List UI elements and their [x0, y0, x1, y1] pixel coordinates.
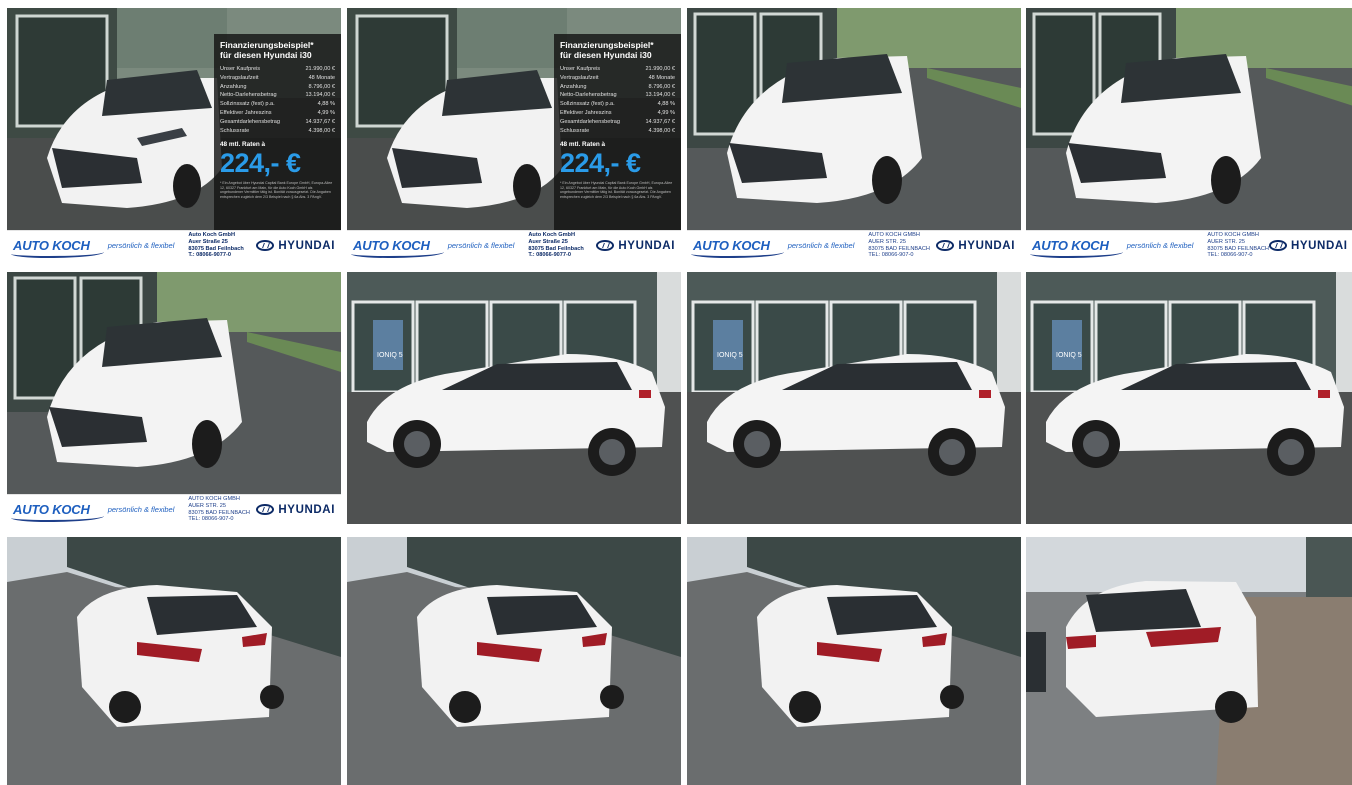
dealer-banner: AUTO KOCH persönlich & flexibel Auto Koc…	[7, 230, 341, 260]
financing-row: Sollzinssatz (fest) p.a. 4,88 %	[220, 101, 335, 108]
monthly-rate-label: 48 mtl. Raten à	[220, 141, 266, 149]
financing-small-print: * Ein Angebot über Hyundai Capital Bank …	[560, 181, 673, 199]
dealer-address: AUTO KOCH GMBH AUER STR. 25 83075 BAD FEIL…	[1207, 232, 1269, 259]
financing-panel: Finanzierungsbeispiel* für diesen Hyunda…	[214, 34, 341, 230]
gallery-thumbnail-8[interactable]: IONIQ 5	[1026, 272, 1352, 524]
car-front-photo	[687, 8, 1021, 260]
ioniq-poster-text: IONIQ 5	[1056, 352, 1082, 359]
ioniq-poster-text: IONIQ 5	[717, 352, 743, 359]
hyundai-logo: HYUNDAI	[936, 240, 1015, 252]
monthly-rate-label: 48 mtl. Raten à	[560, 141, 606, 149]
gallery-thumbnail-11[interactable]	[687, 537, 1021, 785]
financing-title-line2: für diesen Hyundai i30	[560, 50, 652, 60]
dealer-slogan: persönlich & flexibel	[447, 241, 515, 250]
financing-row: Unser Kaufpreis 21.990,00 €	[220, 66, 335, 72]
dealer-address: AUTO KOCH GMBH AUER STR. 25 83075 BAD FEIL…	[188, 496, 250, 523]
hyundai-emblem-icon	[936, 240, 955, 251]
financing-row: Vertragslaufzeit 48 Monate	[220, 74, 335, 81]
hyundai-logo: HYUNDAI	[256, 240, 335, 252]
car-side-photo: IONIQ 5	[1026, 272, 1352, 524]
car-rear-photo	[1026, 537, 1352, 785]
dealer-banner: AUTO KOCH persönlich & flexibel Auto Koc…	[347, 230, 681, 260]
gallery-thumbnail-6[interactable]: IONIQ 5	[347, 272, 681, 524]
gallery-thumbnail-7[interactable]: IONIQ 5	[687, 272, 1021, 524]
hyundai-emblem-icon	[256, 240, 275, 251]
ioniq-poster-text: IONIQ 5	[377, 352, 403, 359]
financing-row: Netto-Darlehensbetrag 13.194,00 €	[560, 92, 675, 99]
financing-row: Netto-Darlehensbetrag 13.194,00 €	[220, 92, 335, 99]
hyundai-emblem-icon	[1268, 240, 1287, 251]
car-front-photo	[1026, 8, 1352, 260]
gallery-thumbnail-1[interactable]: Finanzierungsbeispiel* für diesen Hyunda…	[7, 8, 341, 260]
gallery-thumbnail-10[interactable]	[347, 537, 681, 785]
financing-title-line1: Finanzierungsbeispiel*	[220, 40, 314, 50]
dealer-slogan: persönlich & flexibel	[107, 505, 175, 514]
car-side-photo: IONIQ 5	[687, 272, 1021, 524]
financing-row: Schlussrate 4.398,00 €	[220, 127, 335, 134]
financing-row: Gesamtdarlehensbetrag 14.937,67 €	[220, 118, 335, 125]
financing-row: Anzahlung 8.796,00 €	[560, 83, 675, 90]
financing-row: Sollzinssatz (fest) p.a. 4,88 %	[560, 101, 675, 108]
gallery-thumbnail-4[interactable]: AUTO KOCH persönlich & flexibel AUTO KOC…	[1026, 8, 1352, 260]
car-rear-photo	[687, 537, 1021, 785]
dealer-slogan: persönlich & flexibel	[1126, 241, 1194, 250]
monthly-rate-value: 224,- €	[220, 148, 301, 179]
dealer-banner: AUTO KOCH persönlich & flexibel AUTO KOC…	[7, 494, 341, 524]
financing-row: Schlussrate 4.398,00 €	[560, 127, 675, 134]
financing-row: Gesamtdarlehensbetrag 14.937,67 €	[560, 118, 675, 125]
financing-row: Vertragslaufzeit 48 Monate	[560, 74, 675, 81]
car-rear-photo	[347, 537, 681, 785]
hyundai-emblem-icon	[256, 504, 275, 515]
financing-title-line2: für diesen Hyundai i30	[220, 50, 312, 60]
financing-row: Unser Kaufpreis 21.990,00 €	[560, 66, 675, 72]
image-gallery-grid: Finanzierungsbeispiel* für diesen Hyunda…	[0, 0, 1352, 785]
financing-row: Effektiver Jahreszins 4,99 %	[560, 109, 675, 116]
auto-koch-logo: AUTO KOCH	[11, 238, 104, 258]
financing-row: Anzahlung 8.796,00 €	[220, 83, 335, 90]
dealer-banner: AUTO KOCH persönlich & flexibel AUTO KOC…	[687, 230, 1021, 260]
auto-koch-logo: AUTO KOCH	[11, 502, 104, 522]
gallery-thumbnail-3[interactable]: AUTO KOCH persönlich & flexibel AUTO KOC…	[687, 8, 1021, 260]
hyundai-logo: HYUNDAI	[256, 504, 335, 516]
auto-koch-logo: AUTO KOCH	[1030, 238, 1123, 258]
dealer-slogan: persönlich & flexibel	[787, 241, 855, 250]
car-rear-photo	[7, 537, 341, 785]
financing-title-line1: Finanzierungsbeispiel*	[560, 40, 654, 50]
hyundai-logo: HYUNDAI	[1268, 240, 1348, 252]
gallery-thumbnail-5[interactable]: AUTO KOCH persönlich & flexibel AUTO KOC…	[7, 272, 341, 524]
financing-row: Effektiver Jahreszins 4,99 %	[220, 109, 335, 116]
auto-koch-logo: AUTO KOCH	[691, 238, 784, 258]
gallery-thumbnail-12[interactable]	[1026, 537, 1352, 785]
dealer-banner: AUTO KOCH persönlich & flexibel AUTO KOC…	[1026, 230, 1352, 260]
dealer-address: AUTO KOCH GMBH AUER STR. 25 83075 BAD FEIL…	[868, 232, 930, 259]
car-side-photo: IONIQ 5	[347, 272, 681, 524]
auto-koch-logo: AUTO KOCH	[351, 238, 444, 258]
hyundai-logo: HYUNDAI	[596, 240, 675, 252]
financing-panel: Finanzierungsbeispiel* für diesen Hyunda…	[554, 34, 681, 230]
dealer-address: Auto Koch GmbH Auer Straße 25 83075 Bad Fe…	[528, 232, 584, 259]
dealer-slogan: persönlich & flexibel	[107, 241, 175, 250]
gallery-thumbnail-9[interactable]	[7, 537, 341, 785]
gallery-thumbnail-2[interactable]: Finanzierungsbeispiel* für diesen Hyunda…	[347, 8, 681, 260]
financing-small-print: * Ein Angebot über Hyundai Capital Bank …	[220, 181, 333, 199]
car-front-photo	[7, 272, 341, 524]
hyundai-emblem-icon	[596, 240, 615, 251]
dealer-address: Auto Koch GmbH Auer Straße 25 83075 Bad Fe…	[188, 232, 244, 259]
monthly-rate-value: 224,- €	[560, 148, 641, 179]
